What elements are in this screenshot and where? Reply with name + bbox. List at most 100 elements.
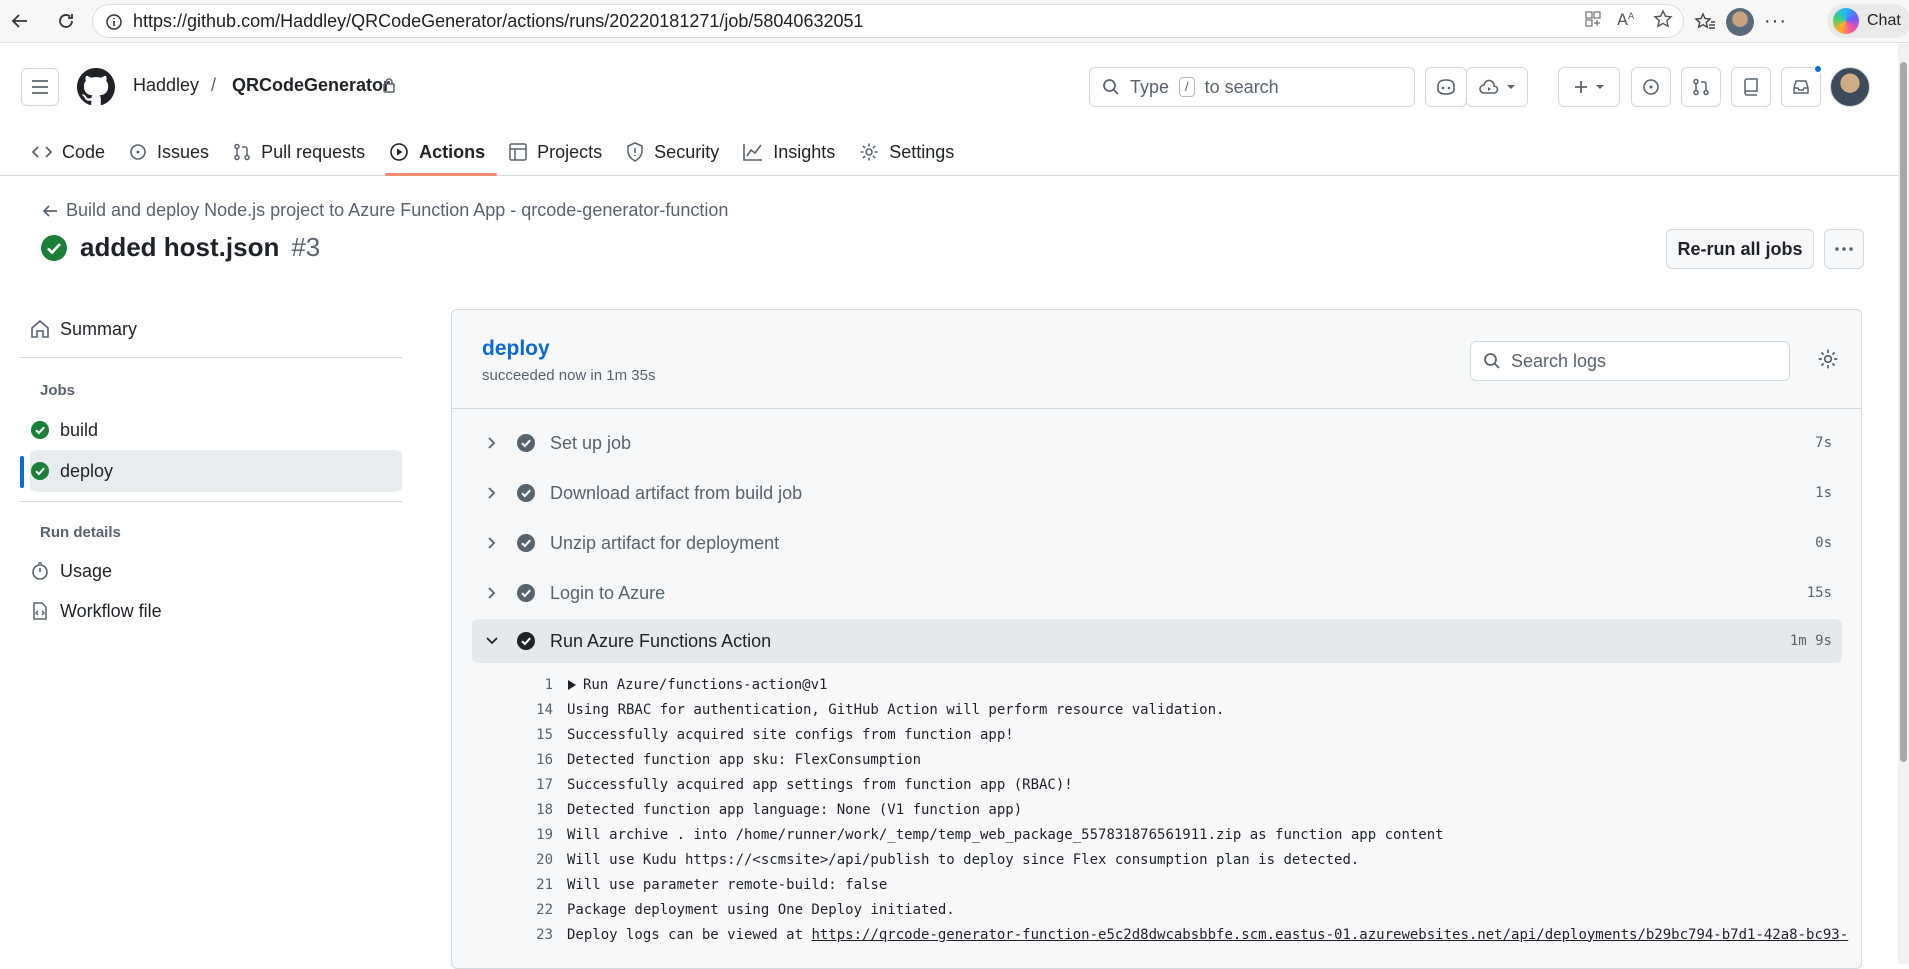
- lock-icon: [382, 77, 396, 93]
- cloud-play-icon: [1479, 79, 1499, 94]
- copilot-button[interactable]: [1425, 67, 1467, 107]
- log-line[interactable]: 19 Will archive . into /home/runner/work/…: [452, 822, 1861, 847]
- log-line[interactable]: 1 Run Azure/functions-action@v1: [452, 672, 1861, 697]
- log-line-number[interactable]: 15: [452, 727, 567, 743]
- job-name-link[interactable]: deploy: [482, 337, 550, 361]
- global-search-input[interactable]: Type / to search: [1089, 67, 1415, 107]
- issues-button[interactable]: [1631, 67, 1671, 107]
- step-set-up-job[interactable]: Set up job 7s: [472, 421, 1842, 465]
- rerun-all-jobs-button[interactable]: Re-run all jobs: [1666, 229, 1814, 269]
- global-menu-button[interactable]: [21, 68, 59, 106]
- check-circle-fill-icon: [516, 433, 536, 453]
- app-available-icon[interactable]: [1583, 9, 1603, 29]
- tab-actions[interactable]: Actions: [377, 128, 498, 176]
- page-scrollbar[interactable]: [1898, 44, 1909, 964]
- pull-request-icon: [234, 143, 250, 161]
- chevron-right-icon: [482, 486, 502, 500]
- scrollbar-thumb[interactable]: [1900, 62, 1907, 762]
- log-line[interactable]: 16 Detected function app sku: FlexConsump…: [452, 747, 1861, 772]
- back-arrow-icon[interactable]: [4, 5, 36, 37]
- copilot-icon: [1437, 79, 1455, 95]
- chevron-right-icon: [482, 586, 502, 600]
- step-run-azure-functions-action[interactable]: Run Azure Functions Action 1m 9s: [472, 619, 1842, 663]
- stopwatch-icon: [32, 562, 48, 580]
- run-details-heading: Run details: [40, 524, 121, 541]
- log-line[interactable]: 17 Successfully acquired app settings fro…: [452, 772, 1861, 797]
- browser-profile-avatar[interactable]: [1726, 7, 1754, 36]
- tab-issues[interactable]: Issues: [117, 128, 221, 176]
- tab-projects[interactable]: Projects: [497, 128, 614, 176]
- tab-code[interactable]: Code: [20, 128, 117, 176]
- log-line-number[interactable]: 19: [452, 827, 567, 843]
- site-info-icon[interactable]: [105, 13, 123, 31]
- step-name: Login to Azure: [550, 582, 666, 603]
- chevron-right-icon: [482, 536, 502, 550]
- log-line-text: Will archive . into /home/runner/work/_t…: [567, 826, 1444, 843]
- sidebar-divider: [20, 357, 402, 358]
- search-logs-input[interactable]: Search logs: [1470, 341, 1790, 381]
- sidebar-item-usage[interactable]: Usage: [30, 550, 112, 592]
- sidebar-item-summary[interactable]: Summary: [30, 308, 137, 350]
- tab-settings-label: Settings: [889, 141, 955, 162]
- log-line-number[interactable]: 18: [452, 802, 567, 818]
- repo-name-link[interactable]: QRCodeGenerator: [232, 75, 390, 96]
- step-duration: 1s: [1815, 485, 1832, 501]
- tab-actions-label: Actions: [419, 141, 486, 162]
- deploy-logs-link[interactable]: https://qrcode-generator-function-e5c2d8…: [811, 927, 1848, 943]
- log-line[interactable]: 14 Using RBAC for authentication, GitHub …: [452, 697, 1861, 722]
- repositories-button[interactable]: [1731, 67, 1771, 107]
- log-line-number[interactable]: 1: [452, 677, 567, 693]
- step-download-artifact[interactable]: Download artifact from build job 1s: [472, 471, 1842, 515]
- chat-label: Chat: [1867, 12, 1901, 29]
- arrow-left-icon: [42, 204, 57, 217]
- step-duration: 15s: [1806, 585, 1832, 601]
- copilot-dropdown-button[interactable]: [1466, 67, 1528, 107]
- log-line-text: Using RBAC for authentication, GitHub Ac…: [567, 701, 1225, 718]
- github-logo-icon[interactable]: [77, 68, 115, 106]
- tab-security[interactable]: Security: [614, 128, 731, 176]
- favorites-icon[interactable]: [1694, 11, 1716, 32]
- check-circle-fill-icon: [41, 234, 67, 261]
- log-line[interactable]: 20 Will use Kudu https://<scmsite>/api/pu…: [452, 847, 1861, 872]
- repo-owner-link[interactable]: Haddley: [133, 75, 199, 96]
- log-line-number[interactable]: 22: [452, 902, 567, 918]
- favorite-star-icon[interactable]: [1653, 9, 1673, 29]
- log-line-text: Run Azure/functions-action@v1: [583, 676, 828, 693]
- log-line-number[interactable]: 14: [452, 702, 567, 718]
- log-line-number[interactable]: 17: [452, 777, 567, 793]
- tab-insights[interactable]: Insights: [731, 128, 847, 176]
- create-new-button[interactable]: [1558, 67, 1620, 107]
- step-login-to-azure[interactable]: Login to Azure 15s: [472, 571, 1842, 615]
- tab-settings[interactable]: Settings: [847, 128, 966, 176]
- user-avatar[interactable]: [1830, 67, 1870, 107]
- log-line-number[interactable]: 23: [452, 927, 567, 943]
- url-text[interactable]: https://github.com/Haddley/QRCodeGenerat…: [133, 11, 864, 32]
- log-line-number[interactable]: 16: [452, 752, 567, 768]
- copilot-icon: [1833, 8, 1859, 34]
- more-options-icon[interactable]: ···: [1764, 10, 1787, 33]
- triangle-right-icon[interactable]: [567, 679, 577, 691]
- log-line[interactable]: 22 Package deployment using One Deploy in…: [452, 897, 1861, 922]
- read-aloud-icon[interactable]: AA: [1617, 9, 1639, 29]
- tab-pull-requests[interactable]: Pull requests: [221, 128, 377, 176]
- sidebar-job-build[interactable]: build: [30, 409, 98, 451]
- log-line-number[interactable]: 21: [452, 877, 567, 893]
- address-bar[interactable]: https://github.com/Haddley/QRCodeGenerat…: [92, 4, 1684, 38]
- log-line[interactable]: 23 Deploy logs can be viewed at https://…: [452, 922, 1861, 947]
- log-settings-gear-icon[interactable]: [1817, 348, 1839, 370]
- copilot-chat-button[interactable]: Chat: [1827, 4, 1909, 38]
- search-prefix: Type: [1130, 76, 1170, 97]
- sidebar-item-workflow-file[interactable]: Workflow file: [30, 590, 162, 632]
- log-line[interactable]: 21 Will use parameter remote-build: false: [452, 872, 1861, 897]
- log-line[interactable]: 15 Successfully acquired site configs fro…: [452, 722, 1861, 747]
- step-unzip-artifact[interactable]: Unzip artifact for deployment 0s: [472, 521, 1842, 565]
- sidebar-job-deploy[interactable]: deploy: [30, 450, 113, 492]
- run-more-options-button[interactable]: [1824, 229, 1864, 269]
- issue-icon: [130, 144, 146, 160]
- pull-requests-button[interactable]: [1681, 67, 1721, 107]
- log-line[interactable]: 18 Detected function app language: None (…: [452, 797, 1861, 822]
- workflow-back-link[interactable]: Build and deploy Node.js project to Azur…: [42, 200, 728, 221]
- refresh-icon[interactable]: [50, 5, 82, 37]
- log-line-number[interactable]: 20: [452, 852, 567, 868]
- step-duration: 7s: [1815, 435, 1832, 451]
